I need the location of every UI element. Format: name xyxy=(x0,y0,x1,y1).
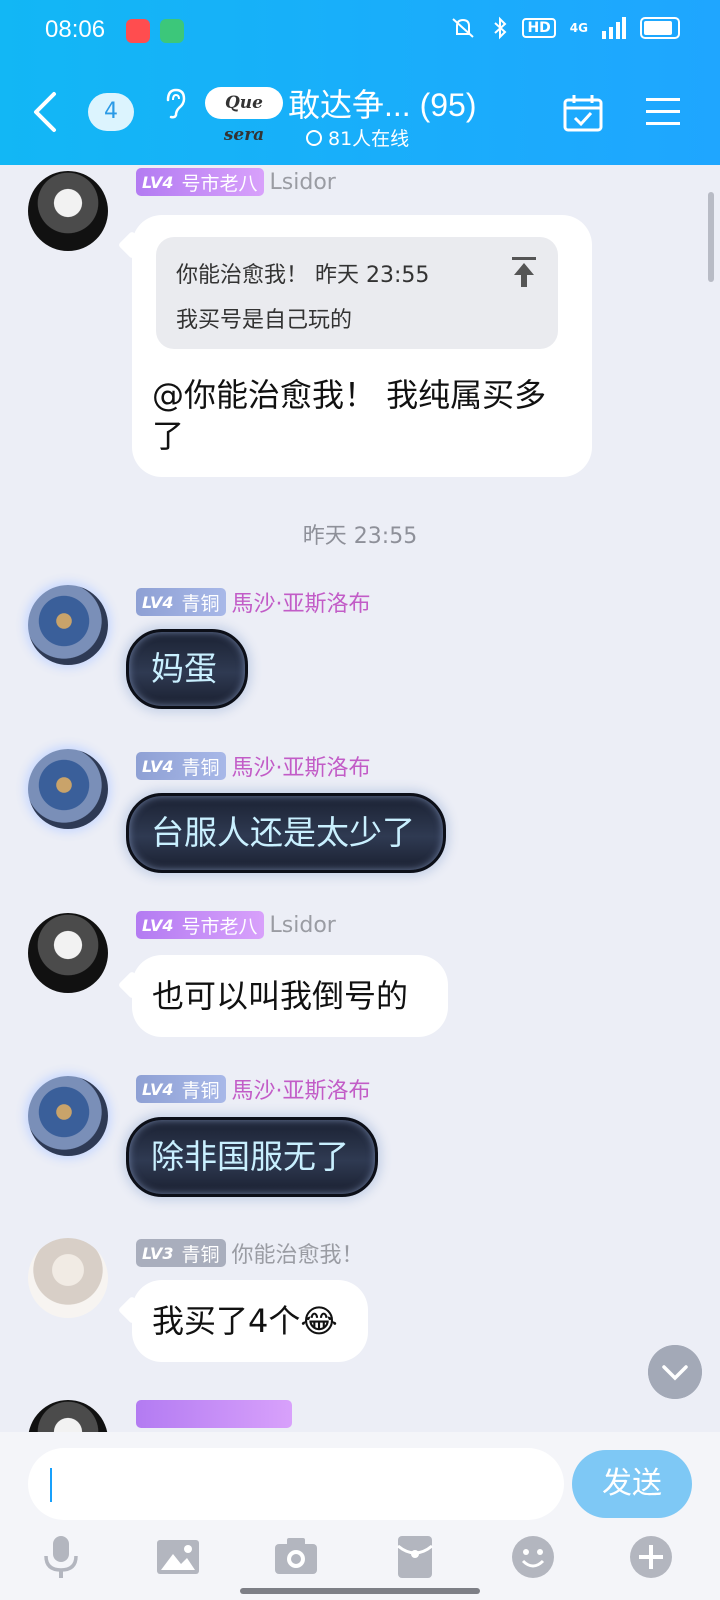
nickname[interactable]: 馬沙·亚斯洛布 xyxy=(232,750,371,782)
level-badge: LV4 青铜 xyxy=(136,588,226,616)
message-text: 我买了4个 xyxy=(152,1302,301,1340)
mute-vibrate-icon xyxy=(452,18,475,38)
quote-header: 你能治愈我！ 昨天 23:55 xyxy=(176,263,430,288)
online-status: 81人在线 xyxy=(306,124,409,151)
calendar-checkin-button[interactable] xyxy=(563,94,603,132)
quoted-message[interactable]: 你能治愈我！ 昨天 23:55 我买号是自己玩的 xyxy=(156,237,558,349)
microphone-icon[interactable] xyxy=(38,1534,84,1580)
menu-button[interactable] xyxy=(646,96,680,128)
avatar[interactable] xyxy=(28,1238,108,1318)
nickname[interactable]: 馬沙·亚斯洛布 xyxy=(232,586,371,618)
message-text-line: 了 xyxy=(152,417,185,455)
message-bubble[interactable]: 妈蛋 xyxy=(126,629,248,709)
signal-icon xyxy=(602,17,626,39)
back-button[interactable] xyxy=(28,90,64,134)
jump-to-top-icon[interactable] xyxy=(512,257,536,287)
hd-badge: HD xyxy=(522,18,556,38)
red-packet-icon[interactable] xyxy=(392,1534,438,1580)
message-bubble[interactable]: 我买了4个😂 xyxy=(132,1280,368,1362)
laughing-emoji-icon: 😂 xyxy=(300,1302,338,1340)
avatar[interactable] xyxy=(28,1400,108,1432)
message-text-line: @你能治愈我！ 我纯属买多 xyxy=(152,376,547,414)
clock: 08:06 xyxy=(45,16,106,43)
message-meta: LV4 号市老八 Lsidor xyxy=(136,168,336,196)
network-label: 4G xyxy=(569,21,588,35)
quote-text: 我买号是自己玩的 xyxy=(176,308,353,333)
text-caret xyxy=(50,1468,52,1502)
home-indicator[interactable] xyxy=(240,1588,480,1594)
nickname[interactable]: 馬沙·亚斯洛布 xyxy=(232,1073,371,1105)
camera-icon[interactable] xyxy=(273,1534,319,1580)
send-button[interactable]: 发送 xyxy=(572,1450,692,1518)
avatar[interactable] xyxy=(28,171,108,251)
image-icon[interactable] xyxy=(155,1534,201,1580)
nickname[interactable]: Lsidor xyxy=(270,913,336,938)
level-badge: LV4 青铜 xyxy=(136,752,226,780)
avatar[interactable] xyxy=(28,1076,108,1156)
avatar[interactable] xyxy=(28,749,108,829)
group-title[interactable]: 敢达争... (95) xyxy=(288,80,476,126)
message-bubble[interactable]: 除非国服无了 xyxy=(126,1117,378,1197)
nickname[interactable]: Lsidor xyxy=(270,170,336,195)
message-meta: LV3 青铜 你能治愈我！ xyxy=(136,1237,364,1269)
level-badge: LV4 青铜 xyxy=(136,1075,226,1103)
level-badge xyxy=(136,1400,292,1428)
notification-app-icon xyxy=(126,19,150,43)
bluetooth-icon xyxy=(494,16,507,40)
message-meta: LV4 号市老八 Lsidor xyxy=(136,911,336,939)
message-bubble[interactable]: 台服人还是太少了 xyxy=(126,793,446,873)
nickname[interactable]: 你能治愈我！ xyxy=(232,1237,364,1269)
message-meta: LV4 青铜 馬沙·亚斯洛布 xyxy=(136,1073,371,1105)
message-bubble[interactable]: 也可以叫我倒号的 xyxy=(132,955,448,1037)
status-bar: 08:06 HD 4G xyxy=(0,0,720,62)
unread-count-badge[interactable]: 4 xyxy=(88,93,134,131)
level-badge: LV3 青铜 xyxy=(136,1239,226,1267)
avatar[interactable] xyxy=(28,585,108,665)
ear-icon[interactable] xyxy=(162,86,188,120)
emoji-icon[interactable] xyxy=(510,1534,556,1580)
scrollbar[interactable] xyxy=(708,192,714,282)
chat-header: 08:06 HD 4G 4 Que sera 敢达争... (95) 81人在线 xyxy=(0,0,720,165)
message-input[interactable] xyxy=(28,1448,564,1520)
plus-icon[interactable] xyxy=(628,1534,674,1580)
battery-icon xyxy=(640,17,680,39)
timestamp: 昨天 23:55 xyxy=(302,524,418,549)
input-bar: 发送 xyxy=(0,1432,720,1600)
input-toolbar xyxy=(0,1532,720,1592)
group-logo: Que sera xyxy=(205,87,283,145)
level-badge: LV4 号市老八 xyxy=(136,911,264,939)
message-meta: LV4 青铜 馬沙·亚斯洛布 xyxy=(136,750,371,782)
online-status-icon xyxy=(306,129,322,146)
message-bubble[interactable]: 你能治愈我！ 昨天 23:55 我买号是自己玩的 @你能治愈我！ 我纯属买多 了 xyxy=(132,215,592,477)
message-list[interactable]: LV4 号市老八 Lsidor 你能治愈我！ 昨天 23:55 我买号是自己玩的 … xyxy=(0,165,720,1432)
level-badge: LV4 号市老八 xyxy=(136,168,264,196)
scroll-to-bottom-button[interactable] xyxy=(648,1345,702,1399)
message-meta: LV4 青铜 馬沙·亚斯洛布 xyxy=(136,586,371,618)
avatar[interactable] xyxy=(28,913,108,993)
notification-app-icon xyxy=(160,19,184,43)
status-icons: HD 4G xyxy=(448,16,680,40)
online-count: 81人在线 xyxy=(328,128,410,150)
